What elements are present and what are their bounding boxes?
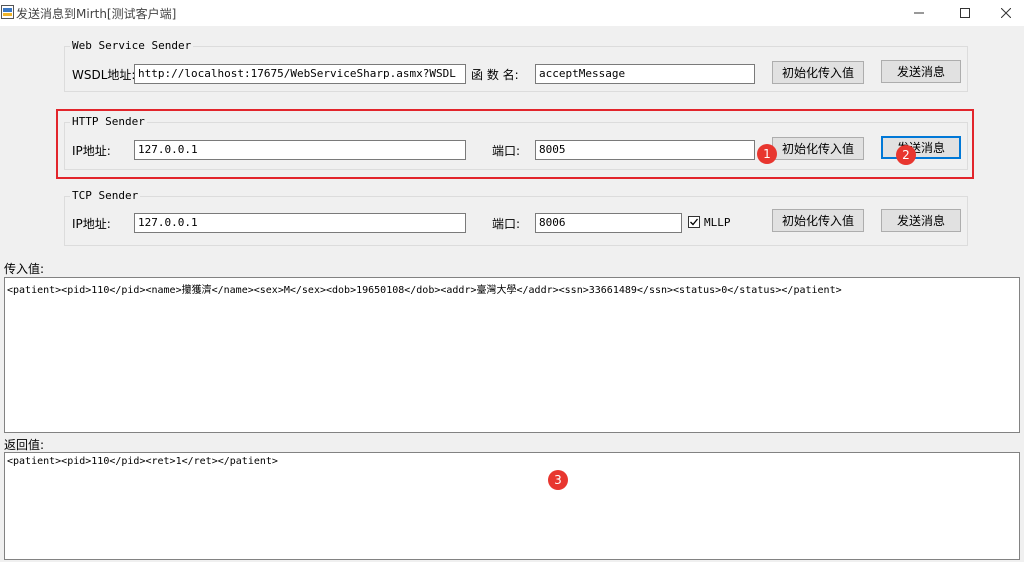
tcp-send-button[interactable]: 发送消息	[881, 209, 961, 232]
window-title: 发送消息到Mirth[测试客户端]	[16, 7, 177, 21]
ws-sender-legend: Web Service Sender	[70, 39, 194, 52]
maximize-icon	[960, 8, 970, 18]
maximize-button[interactable]	[942, 0, 988, 26]
minimize-button[interactable]	[896, 0, 942, 26]
ws-init-button[interactable]: 初始化传入值	[772, 61, 864, 84]
tcp-ip-input[interactable]: 127.0.0.1	[134, 213, 466, 233]
close-button[interactable]	[988, 0, 1024, 26]
annotation-marker-2: 2	[896, 145, 916, 165]
annotation-marker-3: 3	[548, 470, 568, 490]
return-value-label: 返回值:	[4, 438, 45, 452]
checkmark-icon	[690, 218, 699, 226]
wsdl-input[interactable]: http://localhost:17675/WebServiceSharp.a…	[134, 64, 466, 84]
input-value-textarea[interactable]: <patient><pid>110</pid><name>攥獲濟</name><…	[4, 277, 1020, 433]
wsdl-label: WSDL地址:	[72, 68, 136, 82]
app-icon	[1, 5, 14, 19]
ws-send-button[interactable]: 发送消息	[881, 60, 961, 83]
mllp-checkbox[interactable]	[688, 216, 700, 228]
return-value-textarea[interactable]: <patient><pid>110</pid><ret>1</ret></pat…	[4, 452, 1020, 560]
http-sender-highlight	[56, 109, 974, 179]
title-bar: 发送消息到Mirth[测试客户端]	[0, 0, 1024, 26]
mllp-label: MLLP	[704, 216, 731, 229]
func-name-input[interactable]: acceptMessage	[535, 64, 755, 84]
input-value-label: 传入值:	[4, 262, 45, 276]
tcp-ip-label: IP地址:	[72, 217, 111, 231]
func-name-label: 函 数 名:	[471, 68, 519, 82]
tcp-init-button[interactable]: 初始化传入值	[772, 209, 864, 232]
tcp-port-input[interactable]: 8006	[535, 213, 682, 233]
annotation-marker-1: 1	[757, 144, 777, 164]
minimize-icon	[914, 12, 924, 14]
tcp-sender-legend: TCP Sender	[70, 189, 141, 202]
tcp-port-label: 端口:	[492, 217, 521, 231]
close-icon	[1001, 8, 1011, 18]
